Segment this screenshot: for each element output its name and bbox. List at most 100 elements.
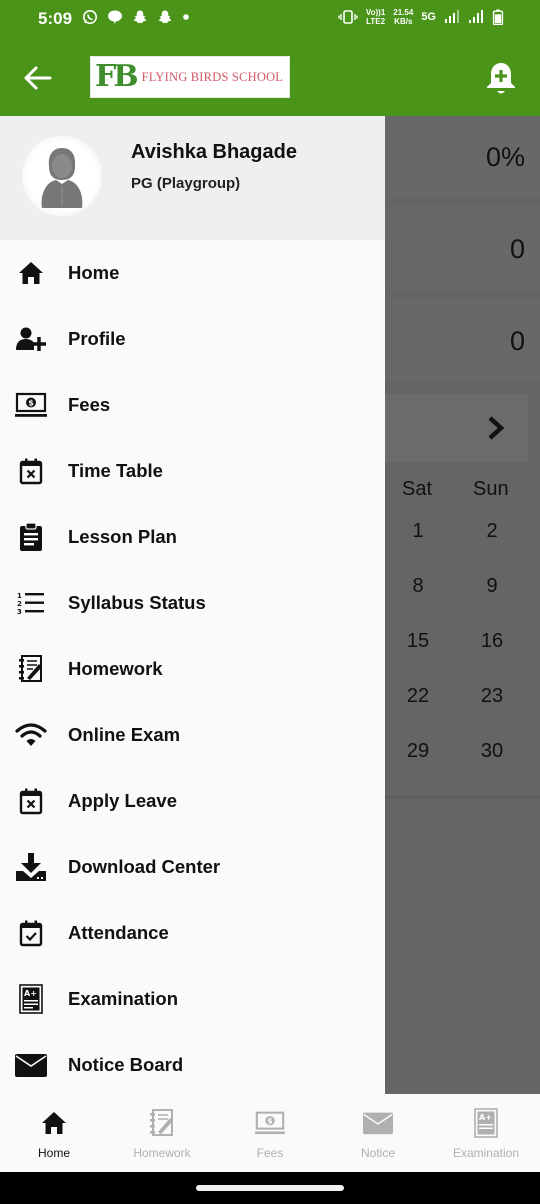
homework-notebook-icon xyxy=(146,1108,178,1138)
status-time: 5:09 xyxy=(38,9,73,28)
app-bar: FB FLYING BIRDS SCHOOL xyxy=(0,40,540,116)
data-speed: 21.54 KB/s xyxy=(393,8,414,26)
calendar-nav xyxy=(385,394,528,462)
drawer-item-profile[interactable]: Profile xyxy=(0,306,385,372)
fees-laptop-icon: $ xyxy=(14,388,48,422)
svg-text:1: 1 xyxy=(17,592,22,600)
battery-icon xyxy=(492,9,504,25)
bottom-navigation: Home Homework $ Fees Notice A+ Examinati… xyxy=(0,1094,540,1172)
snapchat-icon xyxy=(133,10,147,24)
bottom-nav-label: Examination xyxy=(452,1146,520,1160)
drawer-item-label: Apply Leave xyxy=(68,790,177,811)
svg-text:$: $ xyxy=(267,1116,272,1125)
stat-value: 0% xyxy=(485,142,525,172)
download-icon xyxy=(14,850,48,884)
bottom-nav-home[interactable]: Home xyxy=(0,1094,108,1172)
calendar-day: 29 xyxy=(406,740,430,762)
signal-icon xyxy=(469,10,483,23)
homework-notebook-icon xyxy=(14,652,48,686)
bottom-nav-fees[interactable]: $ Fees xyxy=(216,1094,324,1172)
drawer-item-notice-board[interactable]: Notice Board xyxy=(0,1032,385,1098)
back-arrow-icon xyxy=(24,66,52,90)
vibrate-icon xyxy=(338,10,358,24)
avatar xyxy=(22,136,102,216)
drawer-item-label: Download Center xyxy=(68,856,221,877)
svg-text:2: 2 xyxy=(17,600,22,608)
drawer-item-online-exam[interactable]: Online Exam xyxy=(0,702,385,768)
calendar-check-icon xyxy=(14,916,48,950)
drawer-item-syllabus-status[interactable]: 123 Syllabus Status xyxy=(0,570,385,636)
add-notification-button[interactable] xyxy=(484,60,518,96)
drawer-item-lesson-plan[interactable]: Lesson Plan xyxy=(0,504,385,570)
divider xyxy=(385,796,540,798)
home-icon xyxy=(38,1108,70,1138)
system-icons: Vo))1 LTE2 21.54 KB/s 5G xyxy=(338,8,504,26)
svg-text:A+: A+ xyxy=(479,1113,492,1122)
home-gesture-handle[interactable] xyxy=(196,1185,344,1191)
exam-grade-icon: A+ xyxy=(470,1108,502,1138)
drawer-item-label: Fees xyxy=(68,394,111,415)
svg-text:A+: A+ xyxy=(24,989,37,998)
calendar-day: 23 xyxy=(480,685,504,707)
bottom-nav-notice[interactable]: Notice xyxy=(324,1094,432,1172)
drawer-item-home[interactable]: Home xyxy=(0,240,385,306)
calendar-day: 30 xyxy=(480,740,504,762)
chevron-right-icon[interactable] xyxy=(485,414,507,442)
drawer-item-label: Examination xyxy=(68,988,178,1009)
back-button[interactable] xyxy=(20,60,56,96)
drawer-item-apply-leave[interactable]: Apply Leave xyxy=(0,768,385,834)
drawer-item-download-center[interactable]: Download Center xyxy=(0,834,385,900)
signal-icon xyxy=(445,10,459,23)
exam-grade-icon: A+ xyxy=(14,982,48,1016)
drawer-item-fees[interactable]: $ Fees xyxy=(0,372,385,438)
stat-card: 0% xyxy=(385,116,540,198)
drawer-item-label: Homework xyxy=(68,658,163,679)
whatsapp-icon xyxy=(83,10,97,24)
calendar-day: 22 xyxy=(406,685,430,707)
calendar-day: 9 xyxy=(486,575,498,597)
wifi-icon xyxy=(14,718,48,752)
calendar-header-sun: Sun xyxy=(473,478,509,500)
bottom-nav-homework[interactable]: Homework xyxy=(108,1094,216,1172)
network-type: 5G xyxy=(421,11,436,23)
drawer-item-label: Lesson Plan xyxy=(68,526,177,547)
stat-card: 0 xyxy=(385,298,540,380)
bottom-nav-label: Homework xyxy=(133,1146,191,1160)
drawer-item-label: Notice Board xyxy=(68,1054,184,1075)
envelope-icon xyxy=(362,1108,394,1138)
drawer-item-attendance[interactable]: Attendance xyxy=(0,900,385,966)
drawer-item-label: Syllabus Status xyxy=(68,592,206,613)
stat-value: 0 xyxy=(509,326,525,356)
calendar-day: 15 xyxy=(406,630,430,652)
fees-laptop-icon: $ xyxy=(254,1108,286,1138)
drawer-item-label: Profile xyxy=(68,328,126,349)
user-class: PG (Playgroup) xyxy=(131,175,241,192)
home-icon xyxy=(14,256,48,290)
numbered-list-icon: 123 xyxy=(14,586,48,620)
drawer-item-homework[interactable]: Homework xyxy=(0,636,385,702)
drawer-item-label: Time Table xyxy=(68,460,163,481)
snapchat-icon xyxy=(158,10,172,24)
stat-value: 0 xyxy=(509,234,525,264)
drawer-header[interactable]: Avishka Bhagade PG (Playgroup) xyxy=(0,116,385,240)
add-user-icon xyxy=(14,322,48,356)
notification-icons xyxy=(82,9,190,25)
calendar-day: 16 xyxy=(480,630,504,652)
user-avatar-icon xyxy=(41,148,83,208)
school-logo: FB FLYING BIRDS SCHOOL xyxy=(90,56,290,98)
drawer-menu: Home Profile $ Fees Time Table Lesson Pl… xyxy=(0,240,385,1098)
calendar-x-icon xyxy=(14,784,48,818)
bottom-nav-label: Home xyxy=(37,1146,70,1160)
logo-initials: FB xyxy=(95,59,139,94)
calendar-header-sat: Sat xyxy=(402,478,433,500)
bottom-nav-label: Notice xyxy=(360,1146,395,1160)
bottom-nav-label: Fees xyxy=(256,1146,284,1160)
drawer-item-time-table[interactable]: Time Table xyxy=(0,438,385,504)
bell-plus-icon xyxy=(487,63,515,94)
bottom-nav-examination[interactable]: A+ Examination xyxy=(432,1094,540,1172)
user-name: Avishka Bhagade xyxy=(131,141,297,163)
drawer-item-examination[interactable]: A+ Examination xyxy=(0,966,385,1032)
calendar-day: 2 xyxy=(486,520,498,542)
network-indicator: Vo))1 LTE2 xyxy=(365,8,386,26)
status-bar: 5:09 Vo))1 LTE2 21.54 KB/s 5G xyxy=(0,0,540,40)
